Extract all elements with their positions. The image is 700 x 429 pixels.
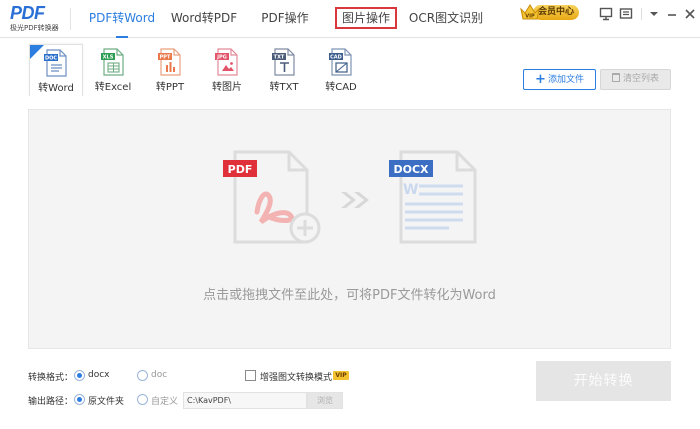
clear-list-label: 清空列表	[622, 74, 659, 84]
add-file-button[interactable]: + 添加文件	[523, 69, 596, 90]
logo-mark: PDF	[10, 3, 45, 23]
file-drop-zone[interactable]: PDF DOCX W 点击或拖拽文件至此处，可将PDF文件转化为Word	[28, 109, 671, 349]
format-label: 转CAD	[325, 82, 357, 93]
plus-icon: +	[535, 72, 546, 87]
tab-pdf-operations[interactable]: PDF操作	[254, 0, 316, 38]
divider	[70, 8, 71, 30]
tab-label: Word转PDF	[170, 11, 238, 25]
pdf-document-illustration: PDF	[223, 150, 321, 244]
format-tab-ppt[interactable]: PPT 转PPT	[143, 44, 197, 96]
start-convert-button[interactable]: 开始转换	[536, 361, 671, 401]
feedback-icon[interactable]	[598, 6, 614, 22]
output-radio-custom[interactable]	[137, 394, 148, 405]
txt-file-icon: TXT	[272, 48, 295, 76]
trash-icon	[611, 73, 620, 82]
file-type-tag: TXT	[274, 55, 285, 61]
custom-path-input[interactable]: C:\KavPDF\	[183, 392, 307, 409]
tab-image-operations[interactable]: 图片操作	[334, 0, 398, 38]
format-tab-excel[interactable]: XLS 转Excel	[86, 44, 140, 96]
format-radio-doc-label[interactable]: doc	[151, 370, 167, 380]
format-label: 转Word	[38, 83, 74, 94]
selected-corner-marker	[30, 45, 44, 59]
crown-vip-text: VIP	[525, 14, 535, 20]
format-tab-txt[interactable]: TXT 转TXT	[257, 44, 311, 96]
docx-document-illustration: DOCX W	[389, 150, 477, 244]
format-label: 转Excel	[94, 82, 132, 93]
format-label: 转PPT	[155, 82, 185, 93]
output-radio-custom-label[interactable]: 自定义	[151, 394, 178, 407]
cad-file-icon: CAD	[329, 48, 352, 76]
format-option-label: 转换格式：	[28, 373, 74, 383]
file-type-tag: PPT	[160, 55, 171, 61]
format-tab-image[interactable]: JPG 转图片	[200, 44, 254, 96]
excel-file-icon: XLS	[101, 48, 124, 76]
tab-word-to-pdf[interactable]: Word转PDF	[166, 0, 242, 38]
app-logo: PDF 极光PDF转换器	[10, 4, 72, 34]
enhance-mode-checkbox[interactable]	[245, 370, 256, 381]
format-radio-docx[interactable]	[74, 370, 85, 381]
format-label: 转图片	[212, 82, 242, 93]
tab-label: OCR图文识别	[408, 11, 484, 25]
add-file-label: 添加文件	[547, 75, 584, 85]
ppt-file-icon: PPT	[158, 48, 181, 76]
target-format-tag: DOCX	[393, 163, 429, 176]
format-label: 转TXT	[269, 82, 299, 93]
word-file-icon: DOC	[44, 49, 67, 77]
menu-icon[interactable]	[646, 6, 662, 22]
vip-badge-icon: VIP	[333, 371, 349, 380]
file-type-tag: DOC	[45, 56, 57, 62]
image-file-icon: JPG	[215, 48, 238, 76]
file-type-tag: CAD	[330, 55, 342, 61]
divider	[641, 8, 642, 20]
convert-arrows-icon	[341, 192, 369, 208]
logo-subtitle: 极光PDF转换器	[10, 24, 59, 32]
enhance-mode-label[interactable]: 增强图文转换模式	[260, 370, 332, 383]
format-radio-docx-label[interactable]: docx	[88, 370, 110, 380]
format-radio-doc[interactable]	[137, 370, 148, 381]
top-bar: PDF 极光PDF转换器 PDF转Word Word转PDF PDF操作 图片操…	[0, 0, 700, 38]
format-tab-cad[interactable]: CAD 转CAD	[314, 44, 368, 96]
minimize-icon[interactable]	[664, 6, 680, 22]
tab-ocr[interactable]: OCR图文识别	[406, 0, 486, 38]
tab-label: PDF操作	[261, 11, 309, 25]
drop-zone-hint: 点击或拖拽文件至此处，可将PDF文件转化为Word	[203, 288, 496, 303]
format-tab-word[interactable]: DOC 转Word	[29, 44, 83, 96]
source-format-tag: PDF	[228, 163, 253, 176]
vip-center-button[interactable]: 会员中心 VIP	[519, 2, 581, 22]
file-type-tag: JPG	[216, 55, 227, 61]
browse-button[interactable]: 浏览	[307, 392, 343, 409]
svg-text:W: W	[403, 182, 418, 198]
output-path-label: 输出路径：	[28, 397, 74, 407]
output-radio-source-folder[interactable]	[74, 394, 85, 405]
crown-icon: VIP	[520, 4, 540, 20]
message-icon[interactable]	[618, 6, 634, 22]
tab-label: 图片操作	[334, 7, 397, 29]
tab-label: PDF转Word	[88, 11, 156, 25]
output-radio-source-folder-label[interactable]: 原文件夹	[88, 394, 124, 407]
clear-list-button[interactable]: 清空列表	[600, 69, 671, 90]
tab-pdf-to-word[interactable]: PDF转Word	[84, 0, 160, 38]
close-icon[interactable]	[682, 6, 698, 22]
file-type-tag: XLS	[103, 55, 114, 61]
